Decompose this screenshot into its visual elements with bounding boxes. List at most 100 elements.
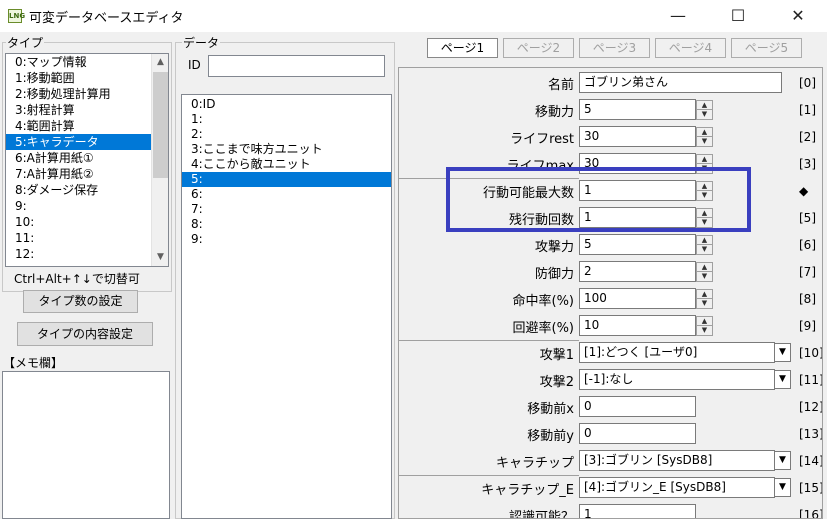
close-icon[interactable]: ✕ [775, 0, 821, 32]
type-list-item[interactable]: 8:ダメージ保存 [6, 182, 168, 198]
spin-up-icon[interactable]: ▲ [697, 263, 712, 272]
tab-page-2[interactable]: ページ2 [503, 38, 574, 58]
scroll-thumb[interactable] [153, 72, 168, 178]
property-input[interactable]: 5 [579, 99, 696, 120]
property-dropdown[interactable]: [4]:ゴブリン_E [SysDB8] [579, 477, 775, 498]
spin-down-icon[interactable]: ▼ [697, 272, 712, 281]
type-content-settings-button[interactable]: タイプの内容設定 [17, 322, 153, 346]
chevron-down-icon[interactable]: ▼ [774, 478, 791, 497]
data-list-item[interactable]: 2: [182, 127, 391, 142]
property-input[interactable]: ゴブリン弟さん [579, 72, 782, 93]
type-list-item[interactable]: 1:移動範囲 [6, 70, 168, 86]
property-label: 命中率(%) [512, 294, 575, 309]
highlight-box [446, 167, 751, 232]
property-index: [7] [799, 265, 816, 279]
tab-page-4[interactable]: ページ4 [655, 38, 726, 58]
property-row: 名前 ゴブリン弟さん [0] [399, 70, 822, 97]
tab-page-5[interactable]: ページ5 [731, 38, 802, 58]
title-bar: LNG 可変データベースエディタ — ☐ ✕ [0, 0, 827, 32]
property-input[interactable]: 0 [579, 423, 696, 444]
property-label: 回避率(%) [512, 321, 575, 336]
scroll-up-icon[interactable]: ▲ [152, 54, 168, 71]
spin-down-icon[interactable]: ▼ [697, 110, 712, 119]
type-list-item[interactable]: 4:範囲計算 [6, 118, 168, 134]
tab-page-1[interactable]: ページ1 [427, 38, 498, 58]
type-list-item[interactable]: 10: [6, 214, 168, 230]
type-list-item[interactable]: 11: [6, 230, 168, 246]
property-index: [0] [799, 76, 816, 90]
spin-down-icon[interactable]: ▼ [697, 245, 712, 254]
type-list-item[interactable]: 12: [6, 246, 168, 262]
spin-button[interactable]: ▲ ▼ [696, 289, 713, 309]
type-list-item[interactable]: 7:A計算用紙② [6, 166, 168, 182]
type-list-scrollbar[interactable]: ▲ ▼ [151, 54, 168, 266]
chevron-down-icon[interactable]: ▼ [774, 343, 791, 362]
chevron-down-icon[interactable]: ▼ [774, 370, 791, 389]
type-list-item[interactable]: 5:キャラデータ [6, 134, 168, 150]
property-dropdown[interactable]: [1]:どつく [ユーザ0] [579, 342, 775, 363]
spin-up-icon[interactable]: ▲ [697, 317, 712, 326]
spin-up-icon[interactable]: ▲ [697, 101, 712, 110]
maximize-icon[interactable]: ☐ [715, 0, 761, 32]
property-label: 移動前x [527, 402, 574, 417]
spin-down-icon[interactable]: ▼ [697, 326, 712, 335]
type-list-item[interactable]: 2:移動処理計算用 [6, 86, 168, 102]
data-list-item[interactable]: 1: [182, 112, 391, 127]
property-index: [2] [799, 130, 816, 144]
property-row: 移動前x 0 [12] [399, 394, 822, 421]
property-input[interactable]: 0 [579, 396, 696, 417]
spin-up-icon[interactable]: ▲ [697, 128, 712, 137]
data-list[interactable]: 0:ID 1: 2: 3:ここまで味方ユニット 4:ここから敵ユニット 5: 6: 7: 8: 9… [181, 94, 392, 519]
spin-down-icon[interactable]: ▼ [697, 137, 712, 146]
property-label: キャラチップ_E [481, 483, 574, 498]
id-input[interactable] [208, 55, 385, 77]
data-list-item[interactable]: 6: [182, 187, 391, 202]
property-index: [11] [799, 373, 823, 387]
spin-button[interactable]: ▲ ▼ [696, 316, 713, 336]
minimize-icon[interactable]: — [655, 0, 701, 32]
type-list-item[interactable]: 0:マップ情報 [6, 54, 168, 70]
spin-button[interactable]: ▲ ▼ [696, 235, 713, 255]
property-row: キャラチップ [3]:ゴブリン [SysDB8] ▼ [14] [399, 448, 822, 475]
set-type-count-button[interactable]: タイプ数の設定 [23, 290, 138, 313]
data-list-item[interactable]: 5: [182, 172, 391, 187]
spin-down-icon[interactable]: ▼ [697, 299, 712, 308]
data-list-item[interactable]: 9: [182, 232, 391, 247]
property-input[interactable]: 5 [579, 234, 696, 255]
property-label: 移動力 [534, 105, 574, 120]
data-list-item[interactable]: 7: [182, 202, 391, 217]
spin-button[interactable]: ▲ ▼ [696, 127, 713, 147]
property-label: 攻撃1 [539, 348, 574, 363]
spin-up-icon[interactable]: ▲ [697, 155, 712, 164]
data-list-item[interactable]: 3:ここまで味方ユニット [182, 142, 391, 157]
spin-button[interactable]: ▲ ▼ [696, 262, 713, 282]
property-index: [15] [799, 481, 823, 495]
property-input[interactable]: 30 [579, 126, 696, 147]
property-label: 防御力 [534, 267, 574, 282]
data-group-label: データ [182, 34, 221, 51]
property-input[interactable]: 100 [579, 288, 696, 309]
type-list-item[interactable]: 3:射程計算 [6, 102, 168, 118]
property-dropdown[interactable]: [3]:ゴブリン [SysDB8] [579, 450, 775, 471]
tab-page-3[interactable]: ページ3 [579, 38, 650, 58]
spin-up-icon[interactable]: ▲ [697, 236, 712, 245]
memo-textarea[interactable] [2, 371, 170, 519]
property-dropdown[interactable]: [-1]:なし [579, 369, 775, 390]
scroll-down-icon[interactable]: ▼ [152, 249, 168, 266]
chevron-down-icon[interactable]: ▼ [774, 451, 791, 470]
data-list-item[interactable]: 4:ここから敵ユニット [182, 157, 391, 172]
spin-up-icon[interactable]: ▲ [697, 290, 712, 299]
data-list-item[interactable]: 8: [182, 217, 391, 232]
type-list-item[interactable]: 9: [6, 198, 168, 214]
property-row: 認識可能？ 1 [16] [399, 502, 822, 518]
property-row: 攻撃2 [-1]:なし ▼ [11] [399, 367, 823, 394]
id-label: ID [188, 58, 201, 72]
property-row: 攻撃力 5 ▲ ▼ [6] [399, 232, 822, 259]
type-list-item[interactable]: 6:A計算用紙① [6, 150, 168, 166]
property-input[interactable]: 2 [579, 261, 696, 282]
data-list-item[interactable]: 0:ID [182, 97, 391, 112]
spin-button[interactable]: ▲ ▼ [696, 100, 713, 120]
property-input[interactable]: 1 [579, 504, 696, 518]
type-list[interactable]: 0:マップ情報 1:移動範囲 2:移動処理計算用 3:射程計算 4:範囲計算 5:キャラデ… [5, 53, 169, 267]
property-input[interactable]: 10 [579, 315, 696, 336]
